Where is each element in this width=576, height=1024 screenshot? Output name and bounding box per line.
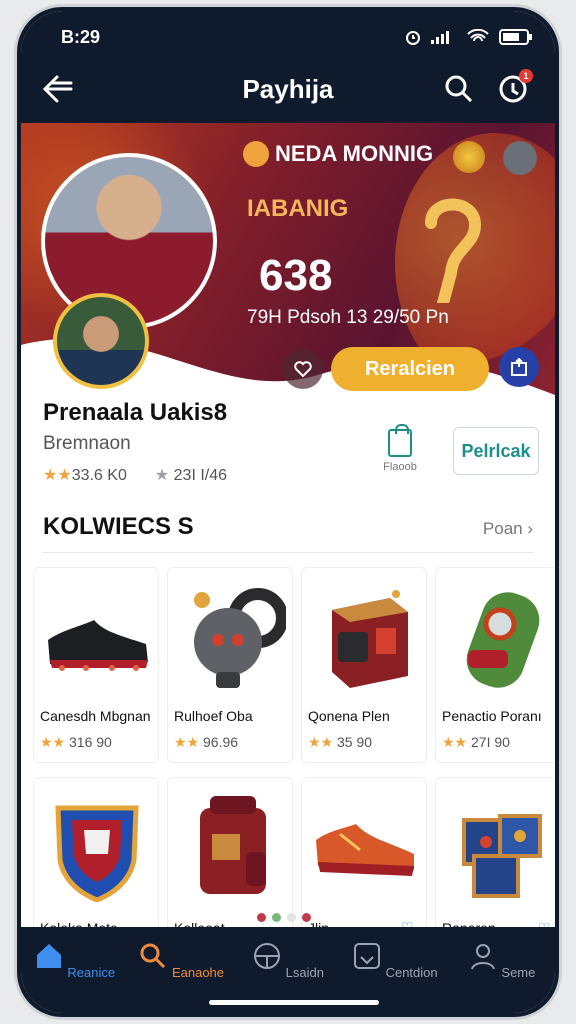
hero-stats: 79H Pdsoh 13 29/50 Pn xyxy=(247,307,449,328)
device-box-image xyxy=(332,590,408,688)
hero-banner: NEDA MONNIG IABANIG 638 79H Pdsoh 13 29/… xyxy=(21,123,555,413)
search-icon xyxy=(140,943,166,969)
profile-name: Prenaala Uakis8 xyxy=(43,399,228,426)
nav-label: Lsaidn xyxy=(285,965,324,980)
star-icon: ★★ xyxy=(174,734,203,750)
bottom-nav: Reanice Eanaohe Lsaidn Centdion Seme xyxy=(21,927,555,1013)
steering-icon xyxy=(254,943,281,969)
battery-icon xyxy=(499,29,532,45)
profile-stat-rating: ★★33.6 K0 xyxy=(43,465,127,485)
favorite-button[interactable] xyxy=(283,349,323,389)
see-all-label: Poan xyxy=(482,519,523,538)
signal-icon xyxy=(431,31,449,44)
bag-label: Flaoob xyxy=(383,461,417,473)
star-icon: ★★ xyxy=(308,734,337,750)
avatar[interactable] xyxy=(53,293,149,389)
page-dot xyxy=(287,913,296,922)
item-card[interactable]: Koleka Mete xyxy=(33,777,159,945)
phone-frame: B:29 Payhija 1 NEDA MONNIG IABANIG 638 7… xyxy=(14,4,562,1020)
hero-badge: NEDA MONNIG xyxy=(243,141,433,167)
backpack-image xyxy=(200,796,266,894)
sneaker-image xyxy=(316,824,414,876)
canister-image xyxy=(466,592,540,688)
screen: B:29 Payhija 1 NEDA MONNIG IABANIG 638 7… xyxy=(21,11,555,1013)
star-icon: ★★ xyxy=(442,734,471,750)
item-card[interactable]: Qonena Plen ★★ 35 90 xyxy=(301,567,427,763)
nav-item-profile[interactable]: Seme xyxy=(448,927,555,1013)
nav-label: Seme xyxy=(501,965,536,980)
question-mark-icon xyxy=(425,198,482,303)
profile-stat-secondary: ★ 23I I/46 xyxy=(155,465,227,485)
share-icon xyxy=(511,357,527,376)
hero-subtitle: IABANIG xyxy=(247,195,349,222)
alarm-icon xyxy=(406,31,420,45)
shoe-image xyxy=(48,620,148,671)
page-dot xyxy=(257,913,266,922)
shopping-bag-icon xyxy=(388,424,412,457)
nav-label: Reanice xyxy=(67,965,116,980)
stat-value: 33.6 K0 xyxy=(71,467,127,484)
star-icon: ★★ xyxy=(43,467,72,484)
coin-icon xyxy=(453,141,485,173)
item-name: Penactio Poranı xyxy=(442,708,542,724)
badge-icon xyxy=(243,141,269,167)
wifi-icon xyxy=(467,29,489,42)
item-card[interactable]: Raneren ♡ xyxy=(435,777,555,945)
cube-machine-image xyxy=(462,814,542,898)
home-icon xyxy=(36,944,61,968)
nav-label: Centdion xyxy=(385,965,438,980)
rating-value: 27I 90 xyxy=(471,734,510,750)
rating-value: 35 90 xyxy=(337,734,373,750)
nav-item-home[interactable]: Reanice xyxy=(21,927,128,1013)
rating-value: 96.96 xyxy=(203,734,239,750)
page-dot xyxy=(272,913,281,922)
see-all-link[interactable]: Poan › xyxy=(483,519,533,539)
item-name: Canesdh Mbgnan xyxy=(40,708,151,724)
status-time: B:29 xyxy=(61,26,101,47)
home-indicator xyxy=(209,1000,379,1005)
item-card[interactable]: Canesdh Mbgnan ★★ 316 90 xyxy=(33,567,159,763)
star-icon: ★ xyxy=(154,467,174,484)
profile-role: Bremnaon xyxy=(43,433,131,454)
star-icon: ★★ xyxy=(40,734,69,750)
page-indicator xyxy=(257,913,311,922)
menu-dots-icon[interactable] xyxy=(503,141,537,175)
notification-button[interactable]: 1 xyxy=(497,69,533,105)
follow-button[interactable]: Pelrlcak xyxy=(453,427,539,475)
robot-helmet-image xyxy=(194,588,286,688)
item-name: Rulhoef Oba xyxy=(174,708,253,724)
item-name: Qonena Plen xyxy=(308,708,390,724)
item-rating: ★★ 96.96 xyxy=(174,734,238,751)
status-icons xyxy=(405,29,533,45)
primary-action-button[interactable]: Reralcien xyxy=(331,347,489,391)
item-rating: ★★ 316 90 xyxy=(40,734,112,751)
section-title: KOLWIECS S xyxy=(43,513,194,540)
shield-crest-image xyxy=(55,805,139,902)
bag-button[interactable]: Flaoob xyxy=(375,424,425,473)
section-header: KOLWIECS S Poan › xyxy=(43,513,533,553)
rating-value: 316 90 xyxy=(69,734,112,750)
status-bar: B:29 xyxy=(61,25,533,49)
hero-badge-label: NEDA MONNIG xyxy=(275,141,434,166)
profile-stats: ★★33.6 K0 ★ 23I I/46 xyxy=(43,465,227,485)
item-card[interactable]: Penactio Poranı ★★ 27I 90 xyxy=(435,567,555,763)
profile-info: Prenaala Uakis8 Bremnaon xyxy=(43,399,227,455)
nav-label: Eanaohe xyxy=(171,965,225,980)
search-icon[interactable] xyxy=(443,73,475,105)
item-rating: ★★ 27I 90 xyxy=(442,734,510,751)
calendar-icon xyxy=(353,943,380,969)
heart-icon xyxy=(294,361,312,378)
user-icon xyxy=(470,944,495,970)
page-dot xyxy=(302,913,311,922)
top-bar: B:29 Payhija 1 xyxy=(21,11,555,123)
stat-value: 23I I/46 xyxy=(173,467,228,484)
share-button[interactable] xyxy=(499,347,539,387)
notification-badge: 1 xyxy=(519,69,533,83)
app-bar: Payhija 1 xyxy=(21,67,555,111)
hero-score: 638 xyxy=(259,251,333,300)
item-rating: ★★ 35 90 xyxy=(308,734,372,751)
item-card[interactable]: Rulhoef Oba ★★ 96.96 xyxy=(167,567,293,763)
